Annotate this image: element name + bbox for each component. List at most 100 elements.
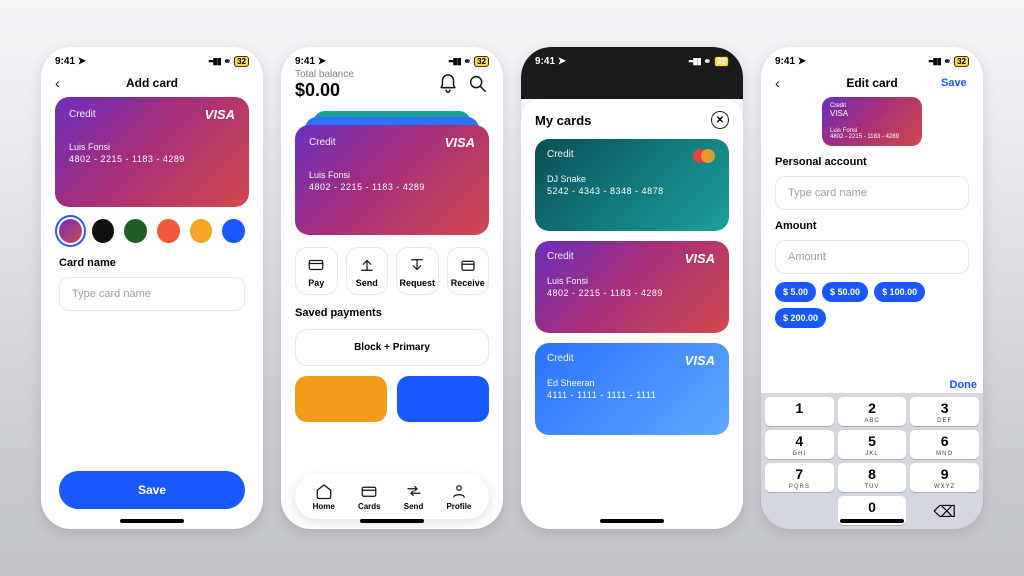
page-title: Add card bbox=[126, 76, 178, 90]
card-name-input[interactable]: Type card name bbox=[59, 277, 245, 311]
card-type-label: Credit bbox=[547, 149, 717, 160]
screen-my-cards: 9:41 ➤ ▪▪▮▮ ⚭ 32 My cards ✕ Credit DJ Sn… bbox=[521, 47, 743, 529]
key-6[interactable]: 6MNO bbox=[910, 430, 979, 459]
page-title: Edit card bbox=[846, 76, 897, 90]
key-4[interactable]: 4GHI bbox=[765, 430, 834, 459]
personal-account-label: Personal account bbox=[775, 156, 969, 168]
promo-tile[interactable] bbox=[295, 376, 387, 422]
tab-home[interactable]: Home bbox=[313, 482, 335, 511]
key-delete[interactable]: ⌫ bbox=[910, 496, 979, 525]
card-name-label: Card name bbox=[41, 257, 263, 269]
amount-chip[interactable]: $ 200.00 bbox=[775, 308, 826, 328]
card-item[interactable]: Credit VISA Luis Fonsi 4802 - 2215 - 118… bbox=[535, 241, 729, 333]
back-button[interactable]: ‹ bbox=[55, 75, 83, 91]
visa-icon: VISA bbox=[685, 353, 715, 368]
card-item[interactable]: Credit VISA Ed Sheeran 4111 - 1111 - 111… bbox=[535, 343, 729, 435]
amount-input[interactable]: Amount bbox=[775, 240, 969, 274]
signal-icon: ▪▪▮▮ bbox=[928, 56, 940, 67]
promo-tile[interactable] bbox=[397, 376, 489, 422]
color-swatch-group bbox=[41, 207, 263, 255]
card-name-input[interactable]: Type card name bbox=[775, 176, 969, 210]
save-button[interactable]: Save bbox=[59, 471, 245, 509]
card-holder: DJ Snake bbox=[547, 174, 717, 184]
send-button[interactable]: Send bbox=[346, 247, 389, 295]
tab-profile[interactable]: Profile bbox=[446, 482, 471, 511]
promo-row bbox=[295, 376, 489, 422]
backspace-icon: ⌫ bbox=[933, 502, 956, 522]
card-number: 4802 - 2215 - 1183 - 4289 bbox=[830, 134, 914, 140]
notifications-button[interactable] bbox=[437, 73, 459, 95]
pay-button[interactable]: Pay bbox=[295, 247, 338, 295]
amount-label: Amount bbox=[775, 220, 969, 232]
swatch-gradient[interactable] bbox=[59, 219, 82, 243]
home-indicator bbox=[360, 519, 424, 523]
tab-send[interactable]: Send bbox=[404, 482, 424, 511]
card-number: 4802 - 2215 - 1183 - 4289 bbox=[547, 288, 717, 298]
back-button[interactable]: ‹ bbox=[775, 75, 803, 91]
save-link[interactable]: Save bbox=[941, 77, 969, 89]
saved-payment-item[interactable]: Block + Primary bbox=[295, 329, 489, 366]
numeric-keypad: 1 2ABC 3DEF 4GHI 5JKL 6MNO 7PQRS 8TUV 9W… bbox=[761, 393, 983, 529]
link-icon: ⚭ bbox=[224, 56, 232, 67]
status-time: 9:41 bbox=[295, 56, 315, 67]
key-5[interactable]: 5JKL bbox=[838, 430, 907, 459]
key-7[interactable]: 7PQRS bbox=[765, 463, 834, 492]
tab-cards[interactable]: Cards bbox=[358, 482, 381, 511]
saved-payments-label: Saved payments bbox=[295, 307, 489, 319]
key-1[interactable]: 1 bbox=[765, 397, 834, 426]
battery-icon: 32 bbox=[234, 56, 249, 67]
search-button[interactable] bbox=[467, 73, 489, 95]
screen-edit-card: 9:41 ➤ ▪▪▮▮ ⚭ 32 ‹ Edit card Save Credit… bbox=[761, 47, 983, 529]
card-thumbnail: Credit VISA Luis Fonsi 4802 - 2215 - 118… bbox=[822, 97, 922, 146]
visa-icon: VISA bbox=[685, 251, 715, 266]
visa-icon: VISA bbox=[205, 107, 235, 122]
header: ‹ Edit card Save bbox=[761, 69, 983, 97]
screen-add-card: 9:41 ➤ ▪▪▮▮ ⚭ 32 ‹ Add card Credit VISA … bbox=[41, 47, 263, 529]
key-9[interactable]: 9WXYZ bbox=[910, 463, 979, 492]
signal-icon: ▪▪▮▮ bbox=[688, 56, 700, 67]
battery-icon: 32 bbox=[714, 56, 729, 67]
visa-icon: VISA bbox=[445, 135, 475, 150]
receive-button[interactable]: Receive bbox=[447, 247, 490, 295]
amount-chip[interactable]: $ 100.00 bbox=[874, 282, 925, 302]
swatch-green[interactable] bbox=[124, 219, 147, 243]
keypad-done-button[interactable]: Done bbox=[761, 375, 983, 393]
swatch-black[interactable] bbox=[92, 219, 115, 243]
link-icon: ⚭ bbox=[464, 56, 472, 67]
card-preview: Credit VISA Luis Fonsi 4802 - 2215 - 118… bbox=[55, 97, 249, 207]
status-time: 9:41 bbox=[535, 56, 555, 67]
visa-icon: VISA bbox=[830, 109, 914, 118]
card-stack[interactable]: Credit VISA Luis Fonsi 4802 - 2215 - 118… bbox=[295, 111, 489, 237]
home-indicator bbox=[840, 519, 904, 523]
key-3[interactable]: 3DEF bbox=[910, 397, 979, 426]
status-time: 9:41 bbox=[775, 56, 795, 67]
status-bar: 9:41 ➤ ▪▪▮▮ ⚭ 32 bbox=[521, 47, 743, 69]
card-number: 4802 - 2215 - 1183 - 4289 bbox=[69, 154, 235, 164]
home-indicator bbox=[120, 519, 184, 523]
close-button[interactable]: ✕ bbox=[711, 111, 729, 129]
status-bar: 9:41 ➤ ▪▪▮▮ ⚭ 32 bbox=[761, 47, 983, 69]
key-2[interactable]: 2ABC bbox=[838, 397, 907, 426]
mastercard-icon bbox=[693, 149, 715, 168]
battery-icon: 32 bbox=[954, 56, 969, 67]
cards-sheet: My cards ✕ Credit DJ Snake 5242 - 4343 -… bbox=[521, 99, 743, 529]
swatch-coral[interactable] bbox=[157, 219, 180, 243]
total-balance-label: Total balance bbox=[295, 69, 354, 80]
card-number: 5242 - 4343 - 8348 - 4878 bbox=[547, 186, 717, 196]
link-icon: ⚭ bbox=[944, 56, 952, 67]
status-bar: 9:41 ➤ ▪▪▮▮ ⚭ 32 bbox=[281, 47, 503, 69]
key-8[interactable]: 8TUV bbox=[838, 463, 907, 492]
card-holder: Ed Sheeran bbox=[547, 378, 717, 388]
request-button[interactable]: Request bbox=[396, 247, 439, 295]
swatch-orange[interactable] bbox=[190, 219, 213, 243]
swatch-blue[interactable] bbox=[222, 219, 245, 243]
header: ‹ Add card bbox=[41, 69, 263, 97]
card-holder: Luis Fonsi bbox=[309, 170, 475, 180]
amount-chip[interactable]: $ 50.00 bbox=[822, 282, 868, 302]
status-bar: 9:41 ➤ ▪▪▮▮ ⚭ 32 bbox=[41, 47, 263, 69]
amount-chip[interactable]: $ 5.00 bbox=[775, 282, 816, 302]
card-number: 4802 - 2215 - 1183 - 4289 bbox=[309, 182, 475, 192]
total-balance-amount: $0.00 bbox=[295, 80, 354, 101]
battery-icon: 32 bbox=[474, 56, 489, 67]
card-item[interactable]: Credit DJ Snake 5242 - 4343 - 8348 - 487… bbox=[535, 139, 729, 231]
